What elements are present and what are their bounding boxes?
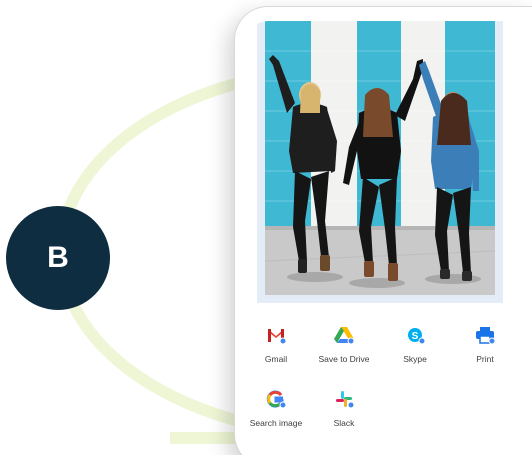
svg-text:S: S (412, 331, 419, 342)
print-icon (474, 325, 496, 345)
step-badge: B (6, 206, 110, 310)
share-target-label: Search image (249, 418, 303, 428)
share-target-label: Gmail (264, 354, 288, 364)
phone-screen: Gmail Save to Drive S Skype Print Search… (243, 21, 532, 455)
shared-photo (265, 21, 495, 295)
gmail-icon (265, 325, 287, 345)
share-target-label: Print (476, 354, 494, 364)
slack-icon (333, 389, 355, 409)
illustration: Gmail Save to Drive S Skype Print Search… (0, 0, 532, 455)
skype-icon: S (404, 325, 426, 345)
share-target-label: Skype (403, 354, 427, 364)
google-drive-icon (333, 325, 355, 345)
share-target-label: Save to Drive (318, 354, 370, 364)
share-target-label: Slack (333, 418, 355, 428)
image-preview-frame (257, 21, 503, 303)
google-lens-icon (265, 389, 287, 409)
phone-mockup: Gmail Save to Drive S Skype Print Search… (234, 6, 532, 455)
share-target-slack[interactable]: Slack (299, 389, 389, 428)
photo-of-three-friends (265, 21, 495, 295)
share-target-print[interactable]: Print (440, 325, 530, 364)
